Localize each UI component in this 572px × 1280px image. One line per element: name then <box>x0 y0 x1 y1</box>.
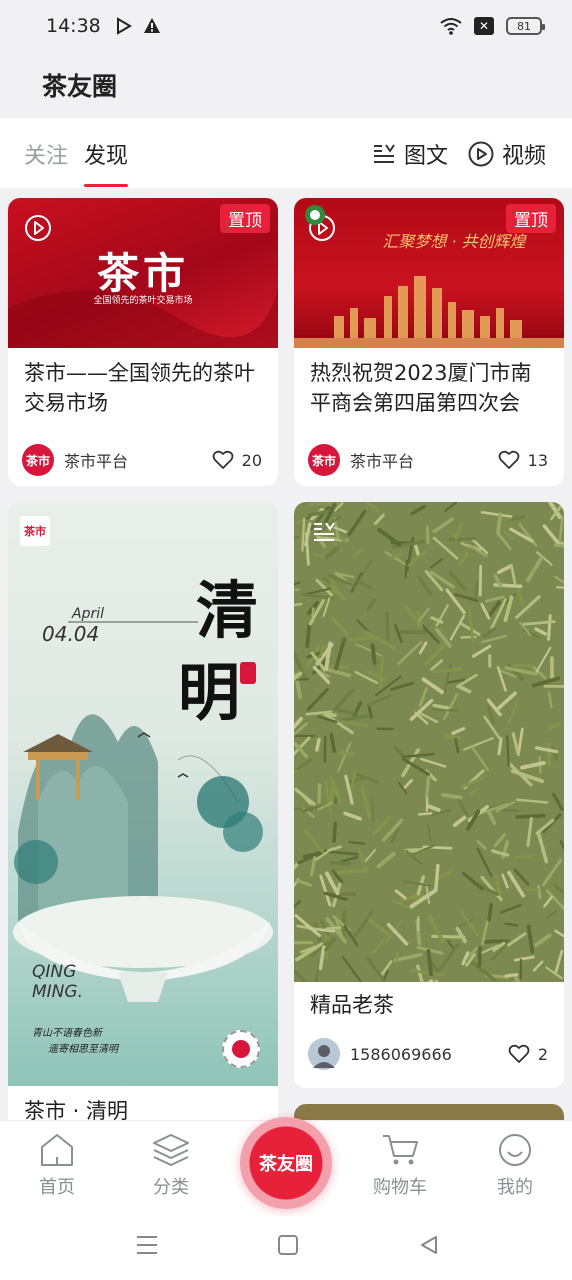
author-name[interactable]: 1586069666 <box>350 1045 452 1064</box>
play-icon <box>25 215 51 241</box>
nav-cart-label: 购物车 <box>373 1177 427 1198</box>
like-count: 13 <box>527 450 548 470</box>
cover-month: April <box>72 606 104 622</box>
org-logo-icon <box>305 205 325 225</box>
tab-active-indicator <box>84 184 128 187</box>
tab-bar: 关注 发现 图文 视频 <box>0 118 572 188</box>
post-title: 热烈祝贺2023厦门市南平商会第四届第四次会 <box>310 361 532 415</box>
nav-mine-label: 我的 <box>497 1177 533 1198</box>
post-cover-image: 汇聚梦想 · 共创辉煌 置顶 <box>294 198 564 348</box>
status-bar: 14:38 ✕ 81 <box>0 0 572 52</box>
cover-seal <box>240 662 256 684</box>
post-card[interactable]: 汇聚梦想 · 共创辉煌 置顶 热烈祝贺2023厦门市南平商会第四届第四次会 茶市… <box>294 198 564 486</box>
cover-poem-line-1: 青山不语春色新 <box>32 1028 102 1039</box>
cover-qr-logo <box>222 1030 260 1068</box>
filter-video[interactable]: 视频 <box>468 138 546 170</box>
menu-icon[interactable] <box>135 1234 159 1256</box>
tab-follow[interactable]: 关注 <box>24 138 68 170</box>
post-cover-image: 茶市 April 04.04 清 明 QING MING. 青山不语春色新 遥寄… <box>8 502 278 1086</box>
back-icon[interactable] <box>418 1234 440 1256</box>
filter-video-label: 视频 <box>502 144 547 169</box>
feed: 茶市 全国领先的茶叶交易市场 置顶 茶市——全国领先的茶叶交易市场 茶市 茶市平… <box>0 188 572 1120</box>
filter-image-text[interactable]: 图文 <box>372 138 448 170</box>
smiley-icon <box>499 1134 531 1166</box>
cover-date: 04.04 <box>42 622 100 646</box>
heart-icon <box>212 450 234 469</box>
layers-icon <box>153 1134 189 1167</box>
warning-icon <box>143 18 160 33</box>
nav-category-label: 分类 <box>153 1177 189 1198</box>
post-title: 茶市 · 清明 <box>24 1099 129 1120</box>
nav-mine[interactable]: 我的 <box>475 1133 555 1199</box>
avatar[interactable] <box>308 1038 340 1070</box>
post-cover-image <box>294 502 564 982</box>
post-card[interactable]: 茶市 April 04.04 清 明 QING MING. 青山不语春色新 遥寄… <box>8 502 278 1120</box>
post-card[interactable]: 精品老茶 1586069666 2 <box>294 502 564 1088</box>
cover-glyph-ming: 明 <box>178 656 241 729</box>
cart-icon <box>383 1135 418 1165</box>
tea-leaves-photo <box>294 502 564 982</box>
author-name[interactable]: 茶市平台 <box>64 448 128 472</box>
nav-cart[interactable]: 购物车 <box>360 1133 440 1199</box>
video-icon <box>468 141 494 167</box>
post-meta: 茶市 茶市平台 13 <box>308 444 548 476</box>
cover-subheading: 全国领先的茶叶交易市场 <box>93 296 193 306</box>
cover-heading: 茶市 <box>96 249 189 298</box>
tab-discover[interactable]: 发现 <box>84 138 128 170</box>
author-name[interactable]: 茶市平台 <box>350 448 414 472</box>
like-button[interactable]: 20 <box>212 450 262 470</box>
user-avatar-icon <box>308 1038 340 1070</box>
cover-glyph-qing: 清 <box>196 574 259 647</box>
nav-center-label: 茶友圈 <box>259 1154 313 1175</box>
avatar[interactable]: 茶市 <box>308 444 340 476</box>
notification-x-icon: ✕ <box>474 17 494 35</box>
heart-icon <box>508 1044 530 1063</box>
post-card[interactable] <box>294 1104 564 1120</box>
avatar[interactable]: 茶市 <box>22 444 54 476</box>
page-title: 茶友圈 <box>42 72 118 101</box>
post-title: 精品老茶 <box>310 993 394 1017</box>
like-count: 2 <box>537 1044 548 1064</box>
play-store-icon <box>116 17 132 35</box>
nav-home-label: 首页 <box>39 1177 75 1198</box>
battery-icon: 81 <box>506 17 545 35</box>
image-text-icon <box>374 144 395 163</box>
pinned-badge: 置顶 <box>220 204 270 233</box>
cover-brand-badge: 茶市 <box>20 516 50 546</box>
bottom-nav: 首页 分类 茶友圈 购物车 我的 <box>0 1117 572 1216</box>
app-bar: 茶友圈 <box>0 52 572 118</box>
status-time: 14:38 <box>46 15 101 37</box>
post-cover-image: 茶市 全国领先的茶叶交易市场 置顶 <box>8 198 278 348</box>
wifi-icon <box>440 18 462 35</box>
home-icon <box>41 1134 73 1166</box>
post-title: 茶市——全国领先的茶叶交易市场 <box>24 361 255 415</box>
pinned-badge: 置顶 <box>506 204 556 233</box>
like-button[interactable]: 2 <box>508 1044 548 1064</box>
post-meta: 茶市 茶市平台 20 <box>22 444 262 476</box>
nav-category[interactable]: 分类 <box>131 1133 211 1199</box>
post-card[interactable]: 茶市 全国领先的茶叶交易市场 置顶 茶市——全国领先的茶叶交易市场 茶市 茶市平… <box>8 198 278 486</box>
system-nav-bar <box>0 1216 572 1280</box>
post-meta: 1586069666 2 <box>308 1038 548 1070</box>
nav-home[interactable]: 首页 <box>17 1133 97 1199</box>
like-button[interactable]: 13 <box>498 450 548 470</box>
like-count: 20 <box>241 450 262 470</box>
heart-icon <box>498 450 520 469</box>
nav-tea-circle-button[interactable]: 茶友圈 <box>240 1117 332 1209</box>
home-square-icon[interactable] <box>277 1234 299 1256</box>
cover-english: QING MING. <box>32 962 83 1002</box>
filter-image-text-label: 图文 <box>404 144 449 169</box>
cover-poem-line-2: 遥寄相思至清明 <box>48 1044 118 1055</box>
image-text-icon <box>314 522 335 541</box>
